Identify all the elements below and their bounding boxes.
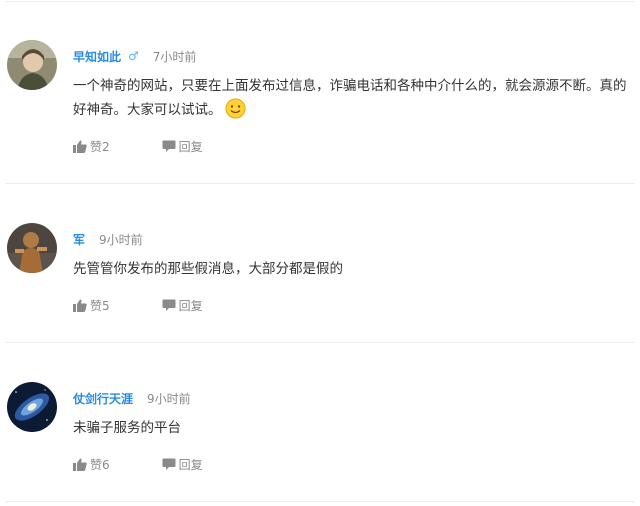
username[interactable]: 军 <box>73 231 85 248</box>
avatar[interactable] <box>7 223 57 273</box>
male-gender-icon: ♂ <box>128 49 139 63</box>
avatar[interactable] <box>7 40 57 90</box>
reply-button[interactable]: 回复 <box>162 297 203 314</box>
reply-button[interactable]: 回复 <box>162 456 203 473</box>
comment-body: 一个神奇的网站，只要在上面发布过信息，诈骗电话和各种中介什么的，就会源源不断。真… <box>73 78 627 118</box>
thumbs-up-icon <box>73 458 87 471</box>
comment-text: 一个神奇的网站，只要在上面发布过信息，诈骗电话和各种中介什么的，就会源源不断。真… <box>73 74 628 127</box>
like-button[interactable]: 赞5 <box>73 297 110 314</box>
like-count: 赞2 <box>90 140 110 154</box>
comment-text: 先管管你发布的那些假消息，大部分都是假的 <box>73 257 628 281</box>
reply-label: 回复 <box>178 299 203 313</box>
reply-label: 回复 <box>178 140 203 154</box>
like-button[interactable]: 赞6 <box>73 456 110 473</box>
speech-bubble-icon <box>162 458 176 470</box>
username[interactable]: 早知如此 <box>73 48 121 65</box>
speech-bubble-icon <box>162 140 176 152</box>
comment-text: 未骗子服务的平台 <box>73 416 628 440</box>
comment-actions: 赞5 回复 <box>73 297 203 314</box>
comment-meta: 仗剑行天涯 9小时前 <box>73 390 191 406</box>
username[interactable]: 仗剑行天涯 <box>73 390 133 407</box>
thumbs-up-icon <box>73 299 87 312</box>
like-count: 赞5 <box>90 299 110 313</box>
comment-divider <box>6 183 634 184</box>
comment-divider <box>6 342 634 343</box>
timestamp: 9小时前 <box>147 391 191 406</box>
speech-bubble-icon <box>162 299 176 311</box>
divider-top <box>6 1 634 2</box>
comment-meta: 早知如此 ♂ 7小时前 <box>73 48 196 64</box>
smile-emoji-icon <box>225 98 246 127</box>
thumbs-up-icon <box>73 140 87 153</box>
comment-actions: 赞6 回复 <box>73 456 203 473</box>
like-count: 赞6 <box>90 458 110 472</box>
comment-actions: 赞2 回复 <box>73 138 203 155</box>
comment-body: 先管管你发布的那些假消息，大部分都是假的 <box>73 261 343 277</box>
reply-button[interactable]: 回复 <box>162 138 203 155</box>
comment-body: 未骗子服务的平台 <box>73 420 181 436</box>
timestamp: 7小时前 <box>152 49 197 64</box>
comment-meta: 军 9小时前 <box>73 231 143 247</box>
avatar[interactable] <box>7 382 57 432</box>
comment-divider <box>6 501 634 502</box>
like-button[interactable]: 赞2 <box>73 138 110 155</box>
reply-label: 回复 <box>178 458 203 472</box>
timestamp: 9小时前 <box>99 232 143 247</box>
